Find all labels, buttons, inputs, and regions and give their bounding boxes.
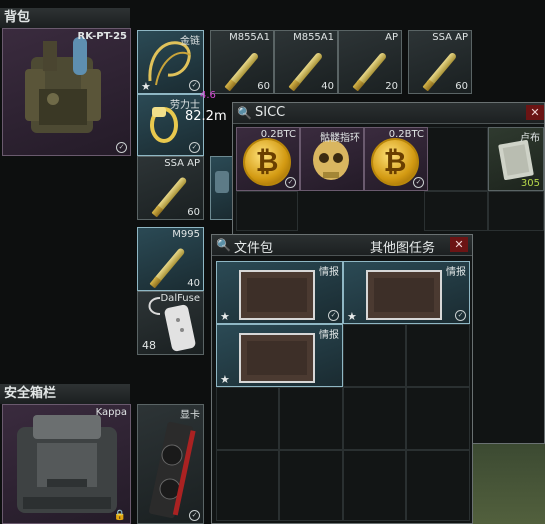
- sicc-title-bar[interactable]: 🔍 SICC ✕: [233, 103, 544, 124]
- sicc-title: SICC: [255, 105, 286, 120]
- item-dalfuse[interactable]: DalFuse 48: [137, 291, 204, 355]
- star-icon: ★: [220, 310, 230, 323]
- item-label: M855A1: [293, 32, 334, 43]
- item-ap-20[interactable]: AP 20: [338, 30, 402, 94]
- intel-folder-icon: [366, 270, 442, 320]
- check-icon: ✓: [189, 80, 200, 91]
- lock-icon: 🔒: [113, 510, 126, 521]
- item-label: AP: [385, 32, 398, 43]
- item-gpu[interactable]: 显卡 ✓: [137, 404, 204, 524]
- item-partial[interactable]: [210, 156, 234, 220]
- item-m855a1-40[interactable]: M855A1 40: [274, 30, 338, 94]
- grid-cell[interactable]: [424, 127, 488, 191]
- item-label: DalFuse: [160, 293, 200, 304]
- grid-cell[interactable]: [343, 324, 406, 387]
- item-btc-1[interactable]: ₿ 0.2BTC ✓: [236, 127, 300, 191]
- check-icon: ✓: [455, 310, 466, 321]
- bitcoin-icon: ₿: [243, 138, 291, 186]
- grid-cell[interactable]: [216, 450, 279, 521]
- item-roubles[interactable]: 卢布 305: [488, 127, 544, 191]
- item-golden-chain[interactable]: 金链 ★ ✓: [137, 30, 204, 94]
- grid-cell[interactable]: [279, 450, 343, 521]
- item-count: 40: [187, 278, 200, 289]
- item-btc-2[interactable]: ₿ 0.2BTC ✓: [364, 127, 428, 191]
- star-icon: ★: [141, 80, 151, 93]
- backpack-name: RK-PT-25: [77, 31, 127, 42]
- secure-name: Kappa: [95, 407, 127, 418]
- documents-task-label: 其他图任务: [370, 241, 436, 256]
- item-m995[interactable]: M995 40: [137, 227, 204, 291]
- grid-cell[interactable]: [424, 191, 488, 231]
- item-count: 305: [520, 178, 540, 189]
- item-intel-3[interactable]: 情报 ★: [216, 324, 343, 387]
- backpack-header: 背包: [0, 8, 130, 28]
- grid-cell[interactable]: [236, 191, 298, 231]
- item-ssa-ap[interactable]: SSA AP 60: [137, 156, 204, 220]
- item-label: 情报: [319, 267, 339, 278]
- backpack-icon: [25, 37, 101, 133]
- item-label: 骷髅指环: [320, 133, 360, 144]
- item-label: 0.2BTC: [388, 129, 424, 140]
- check-icon: ✓: [189, 142, 200, 153]
- item-ring[interactable]: 劳力士 ✓: [137, 94, 204, 156]
- item-label: 情报: [446, 267, 466, 278]
- close-icon[interactable]: ✕: [450, 237, 468, 252]
- search-icon[interactable]: 🔍: [237, 106, 252, 120]
- bitcoin-icon: ₿: [371, 138, 419, 186]
- grid-cell[interactable]: [406, 387, 470, 450]
- check-icon: ✓: [189, 510, 200, 521]
- grid-cell[interactable]: [343, 450, 406, 521]
- star-icon: ★: [347, 310, 357, 323]
- check-icon: ✓: [328, 310, 339, 321]
- item-label: 显卡: [180, 410, 200, 421]
- grid-cell[interactable]: [406, 450, 470, 521]
- search-icon[interactable]: 🔍: [216, 238, 231, 252]
- item-label: SSA AP: [164, 158, 200, 169]
- kappa-container-icon: [17, 415, 117, 513]
- check-icon: ✓: [116, 142, 127, 153]
- grid-cell[interactable]: [488, 191, 544, 231]
- documents-title: 文件包: [234, 241, 274, 256]
- intel-folder-icon: [239, 270, 315, 320]
- secure-slot[interactable]: Kappa 🔒: [2, 404, 131, 524]
- item-count: 48: [142, 339, 156, 352]
- close-icon[interactable]: ✕: [526, 105, 544, 120]
- secure-header: 安全箱栏: [0, 384, 130, 404]
- graphics-card-icon: [149, 421, 196, 519]
- backpack-slot[interactable]: RK-PT-25 ✓: [2, 28, 131, 156]
- item-label: SSA AP: [432, 32, 468, 43]
- check-icon: ✓: [413, 177, 424, 188]
- documents-window[interactable]: 🔍 文件包 其他图任务 ✕ 情报 ★ ✓ 情报 ★ ✓ 情报 ★: [211, 234, 473, 524]
- check-icon: ✓: [285, 177, 296, 188]
- item-label: 卢布: [520, 133, 540, 144]
- item-count: 20: [385, 81, 398, 92]
- item-label: M855A1: [229, 32, 270, 43]
- item-intel-2[interactable]: 情报 ★ ✓: [343, 261, 470, 324]
- item-m855a1-60[interactable]: M855A1 60: [210, 30, 274, 94]
- item-intel-1[interactable]: 情报 ★ ✓: [216, 261, 343, 324]
- item-count: 40: [321, 81, 334, 92]
- item-count: 60: [257, 81, 270, 92]
- star-icon: ★: [220, 373, 230, 386]
- item-ssa-ap-top[interactable]: SSA AP 60: [408, 30, 472, 94]
- item-label: 金链: [180, 36, 200, 47]
- item-label: M995: [172, 229, 200, 240]
- grid-cell[interactable]: [343, 387, 406, 450]
- item-label: 0.2BTC: [260, 129, 296, 140]
- intel-folder-icon: [239, 333, 315, 383]
- item-label: 情报: [319, 330, 339, 341]
- grid-cell[interactable]: [279, 387, 343, 450]
- item-count: 60: [455, 81, 468, 92]
- item-skull-ring[interactable]: 骷髅指环: [300, 127, 364, 191]
- background-scenery: [473, 444, 545, 524]
- overlay-distance: 82.2m: [185, 109, 227, 124]
- overlay-stat: 4.6: [200, 90, 216, 101]
- documents-title-bar[interactable]: 🔍 文件包 其他图任务 ✕: [212, 235, 472, 256]
- grid-cell[interactable]: [216, 387, 279, 450]
- item-count: 60: [187, 207, 200, 218]
- grid-cell[interactable]: [406, 324, 470, 387]
